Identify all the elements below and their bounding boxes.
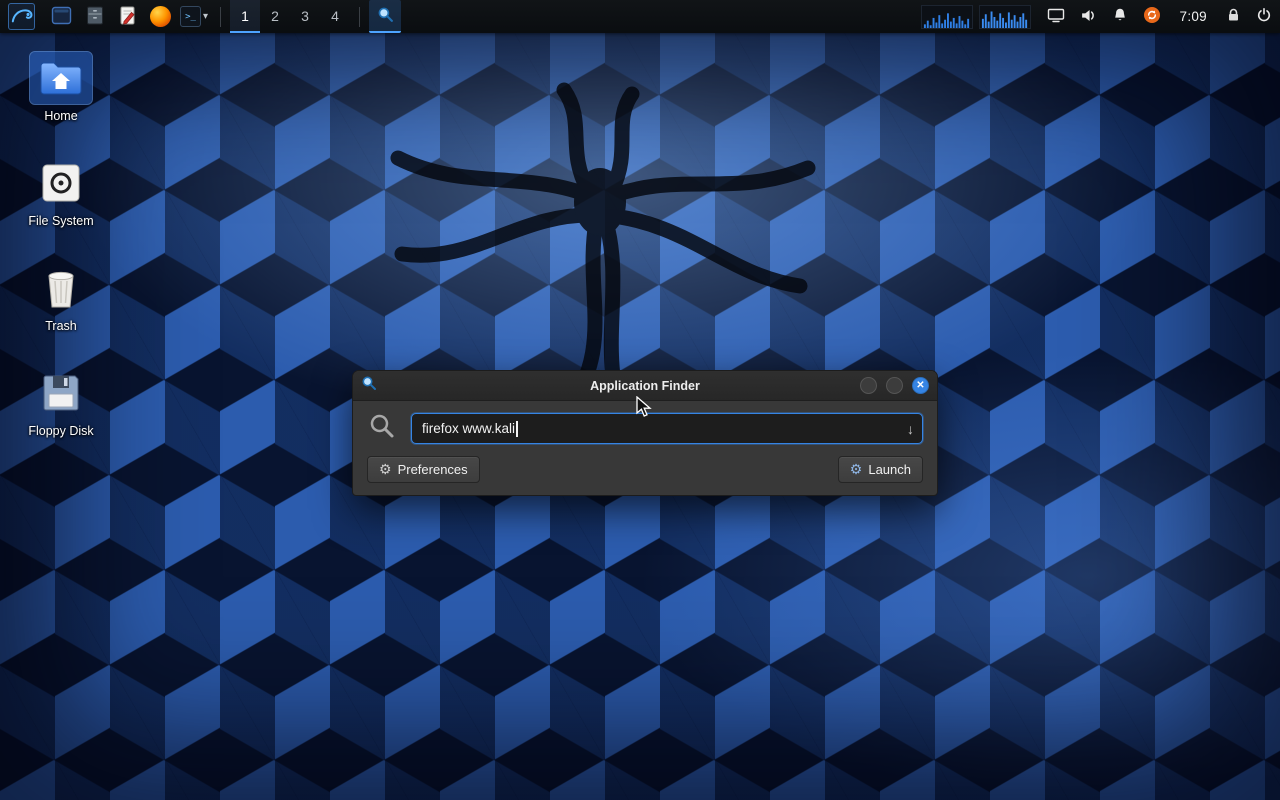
cpu-graph[interactable] [921,5,973,29]
trash-icon [30,262,92,314]
launch-button-label: Launch [868,462,911,477]
top-panel: >_ ▾ 1 2 3 4 [0,0,1280,33]
system-tray: 7:09 [1047,6,1272,27]
updates-icon[interactable] [1143,6,1161,27]
taskbar-application-finder[interactable] [369,0,401,33]
maximize-button[interactable] [886,377,903,394]
file-manager-icon [51,5,72,29]
window-controls: ✕ [860,377,929,394]
search-input-value: firefox www.kali [422,421,515,436]
network-graph[interactable] [979,5,1031,29]
screen-lock-icon[interactable] [1226,7,1241,26]
kali-logo-icon [10,4,34,29]
desktop-icon-label: File System [24,213,97,229]
workspace-button-3[interactable]: 3 [290,0,320,33]
file-system-drive-icon [30,157,92,209]
volume-icon[interactable] [1080,7,1097,27]
firefox-icon [150,6,171,27]
search-icon [367,411,397,446]
application-finder-icon [377,6,394,26]
applications-menu-button[interactable] [8,3,35,30]
search-input[interactable]: firefox www.kali ↓ [411,413,923,444]
desktop-icon-label: Home [40,108,81,124]
preferences-button[interactable]: ⚙ Preferences [367,456,480,483]
notifications-bell-icon[interactable] [1112,7,1128,26]
home-folder-icon [30,52,92,104]
chevron-down-icon[interactable]: ▾ [203,11,208,22]
gear-icon: ⚙ [379,461,392,478]
workspace-button-2[interactable]: 2 [260,0,290,33]
workspace-button-4[interactable]: 4 [320,0,350,33]
launcher-terminal[interactable]: >_ ▾ [180,3,208,30]
desktop-icon-trash[interactable]: Trash [14,262,108,334]
run-gear-icon: ⚙ [850,461,863,478]
text-editor-icon [118,5,137,29]
minimize-button[interactable] [860,377,877,394]
panel-left: >_ ▾ 1 2 3 4 [8,0,401,33]
launcher-text-editor[interactable] [114,3,141,30]
desktop-icon-list: Home File System Trash [14,52,108,439]
preferences-button-label: Preferences [398,462,468,477]
window-title: Application Finder [353,379,937,393]
floppy-disk-icon [30,367,92,419]
launcher-file-manager[interactable] [48,3,75,30]
panel-right: 7:09 [915,0,1272,33]
power-icon[interactable] [1256,7,1272,26]
file-cabinet-icon [85,5,105,29]
text-caret [516,421,518,437]
display-icon[interactable] [1047,7,1065,26]
desktop-icon-home[interactable]: Home [14,52,108,124]
launcher-firefox[interactable] [147,3,174,30]
window-app-icon [361,375,377,396]
panel-separator [359,7,360,27]
dropdown-arrow-icon[interactable]: ↓ [907,421,914,437]
desktop-icon-label: Floppy Disk [24,423,97,439]
launch-button[interactable]: ⚙ Launch [838,456,923,483]
desktop: >_ ▾ 1 2 3 4 [0,0,1280,800]
desktop-icon-file-system[interactable]: File System [14,157,108,229]
close-button[interactable]: ✕ [912,377,929,394]
panel-separator [220,7,221,27]
desktop-icon-label: Trash [41,318,81,334]
application-finder-window: Application Finder ✕ firefox www.kali [352,370,938,496]
mouse-cursor [636,396,655,418]
launcher-files[interactable] [81,3,108,30]
workspace-button-1[interactable]: 1 [230,0,260,33]
action-row: ⚙ Preferences ⚙ Launch [367,456,923,483]
desktop-icon-floppy-disk[interactable]: Floppy Disk [14,367,108,439]
terminal-icon: >_ [180,6,201,27]
clock[interactable]: 7:09 [1180,9,1207,24]
